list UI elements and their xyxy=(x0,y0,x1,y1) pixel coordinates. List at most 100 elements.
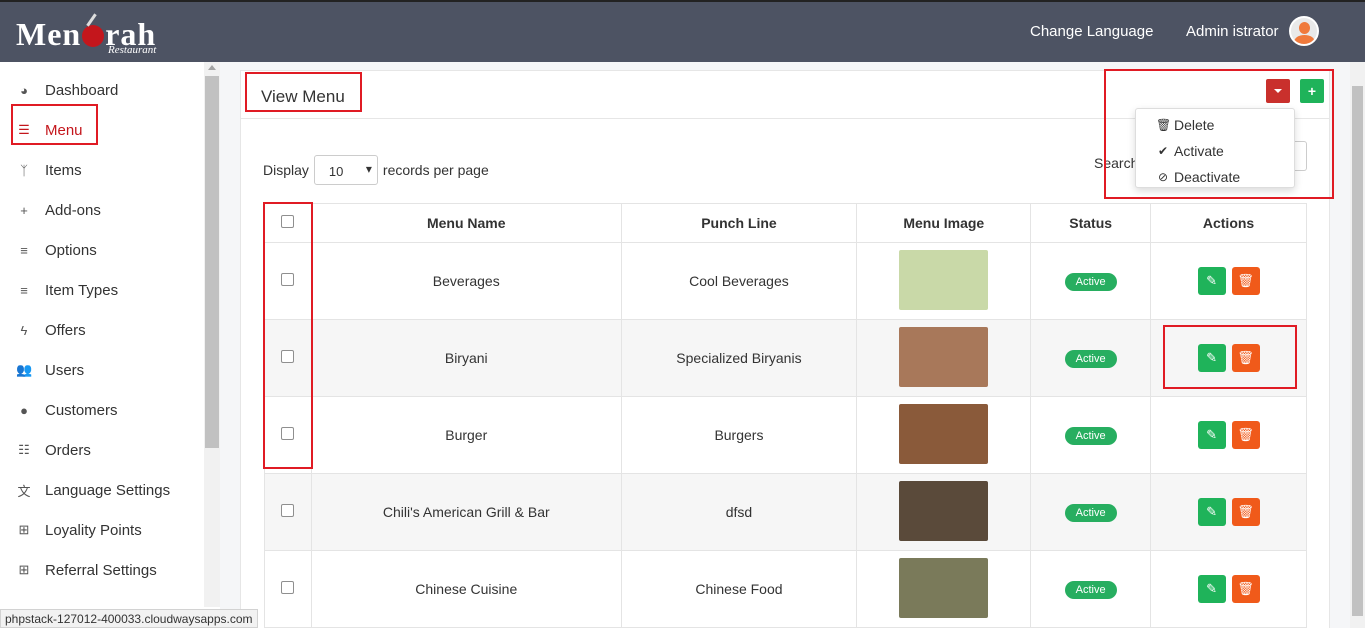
menu-table: Menu Name Punch Line Menu Image Status A… xyxy=(264,203,1307,628)
status-badge[interactable]: Active xyxy=(1064,580,1117,599)
col-punch-line[interactable]: Punch Line xyxy=(620,203,858,243)
sidebar-item-label: Referral Settings xyxy=(45,561,157,579)
actions-cell: ✎ 🗑 xyxy=(1150,242,1307,320)
sidebar-item-dashboard[interactable]: ◕ Dashboard xyxy=(0,70,204,110)
actions-cell: ✎ 🗑 xyxy=(1150,319,1307,397)
sidebar-item-options[interactable]: ≡ Options xyxy=(0,230,204,270)
menu-image-cell xyxy=(856,550,1032,628)
delete-button[interactable]: 🗑 xyxy=(1231,267,1260,295)
menu-image xyxy=(899,249,989,310)
page-scrollbar[interactable] xyxy=(1350,62,1365,628)
sidebar-item-language-settings[interactable]: 文 Language Settings xyxy=(0,470,204,510)
check-icon: ✔ xyxy=(1157,144,1169,158)
menu-name-cell: Beverages xyxy=(310,242,622,320)
status-cell: Active xyxy=(1030,473,1152,551)
menu-image-cell xyxy=(856,319,1032,397)
sidebar-item-label: Orders xyxy=(45,441,91,459)
row-checkbox[interactable] xyxy=(281,273,295,286)
per-page-select[interactable]: 10 xyxy=(313,155,378,185)
col-menu-name[interactable]: Menu Name xyxy=(310,203,622,243)
actions-cell: ✎ 🗑 xyxy=(1150,396,1307,474)
row-checkbox[interactable] xyxy=(281,427,295,440)
status-badge[interactable]: Active xyxy=(1064,272,1117,291)
delete-button[interactable]: 🗑 xyxy=(1231,575,1260,603)
row-checkbox[interactable] xyxy=(281,350,295,363)
select-all-cell xyxy=(264,203,312,243)
add-menu-button[interactable]: + xyxy=(1300,79,1324,103)
search-label: Search xyxy=(1094,155,1139,171)
row-select-cell xyxy=(264,319,312,397)
edit-button[interactable]: ✎ xyxy=(1197,498,1226,526)
delete-button[interactable]: 🗑 xyxy=(1231,344,1260,372)
table-body: Beverages Cool Beverages Active ✎ 🗑 Biryani Sp… xyxy=(264,242,1307,628)
row-checkbox[interactable] xyxy=(281,504,295,517)
status-badge[interactable]: Active xyxy=(1064,503,1117,522)
status-badge[interactable]: Active xyxy=(1064,349,1117,368)
table-row: Chili's American Grill & Bar dfsd Active ✎ 🗑 xyxy=(264,473,1307,551)
edit-button[interactable]: ✎ xyxy=(1197,575,1226,603)
bulk-deactivate-option[interactable]: ⊘ Deactivate xyxy=(1156,167,1240,187)
col-status[interactable]: Status xyxy=(1030,203,1152,243)
table-header-row: Menu Name Punch Line Menu Image Status A… xyxy=(264,203,1307,243)
col-menu-image: Menu Image xyxy=(856,203,1032,243)
menu-image-cell xyxy=(856,242,1032,320)
gift-icon: ⊞ xyxy=(18,522,30,537)
sidebar-item-item-types[interactable]: ≡ Item Types xyxy=(0,270,204,310)
table-row: Chinese Cuisine Chinese Food Active ✎ 🗑 xyxy=(264,550,1307,628)
sidebar-item-referral-settings[interactable]: ⊞ Referral Settings xyxy=(0,550,204,590)
row-select-cell xyxy=(264,396,312,474)
page-scroll-thumb[interactable] xyxy=(1352,86,1363,616)
sidebar-item-users[interactable]: 👥 Users xyxy=(0,350,204,390)
status-bar-url: phpstack-127012-400033.cloudwaysapps.com xyxy=(0,609,258,628)
status-cell: Active xyxy=(1030,242,1152,320)
admin-name[interactable]: Admin istrator xyxy=(1186,23,1279,40)
logo-o-icon xyxy=(82,25,105,47)
menu-name-cell: Chili's American Grill & Bar xyxy=(310,473,622,551)
list-icon: ≡ xyxy=(20,282,28,298)
bulk-option-label: Activate xyxy=(1174,143,1224,159)
sidebar-item-customers[interactable]: ● Customers xyxy=(0,390,204,430)
avatar[interactable] xyxy=(1289,16,1319,46)
list-ul-icon: ☷ xyxy=(18,442,30,457)
edit-button[interactable]: ✎ xyxy=(1197,421,1226,449)
row-checkbox[interactable] xyxy=(281,581,295,594)
bulk-actions-dropdown-button[interactable] xyxy=(1266,79,1290,103)
edit-button[interactable]: ✎ xyxy=(1197,267,1226,295)
edit-button[interactable]: ✎ xyxy=(1197,344,1226,372)
table-row: Beverages Cool Beverages Active ✎ 🗑 xyxy=(264,242,1307,320)
row-select-cell xyxy=(264,242,312,320)
menu-image xyxy=(899,480,989,541)
menu-image-cell xyxy=(856,473,1032,551)
menu-image-cell xyxy=(856,396,1032,474)
delete-button[interactable]: 🗑 xyxy=(1231,498,1260,526)
sidebar-item-loyality-points[interactable]: ⊞ Loyality Points xyxy=(0,510,204,550)
sidebar-item-label: Dashboard xyxy=(45,81,119,99)
menu-name-cell: Burger xyxy=(310,396,622,474)
sidebar-item-offers[interactable]: ϟ Offers xyxy=(0,310,204,350)
dashboard-icon: ◕ xyxy=(20,82,28,98)
sidebar-scroll-thumb[interactable] xyxy=(205,76,219,448)
sidebar-item-label: Item Types xyxy=(45,281,119,299)
list-icon: ≡ xyxy=(20,242,28,258)
sidebar-item-menu[interactable]: ☰ Menu xyxy=(0,110,204,150)
sidebar-scrollbar[interactable] xyxy=(204,62,220,607)
scroll-up-icon[interactable] xyxy=(208,65,216,70)
bulk-activate-option[interactable]: ✔ Activate xyxy=(1156,141,1224,161)
sidebar-item-add-ons[interactable]: + Add-ons xyxy=(0,190,204,230)
sidebar-item-items[interactable]: ᛉ Items xyxy=(0,150,204,190)
bulk-actions-menu: 🗑 Delete ✔ Activate ⊘ Deactivate xyxy=(1135,108,1295,188)
punch-line-cell: Cool Beverages xyxy=(620,242,858,320)
cutlery-icon: ᛉ xyxy=(20,162,28,178)
actions-cell: ✎ 🗑 xyxy=(1150,550,1307,628)
change-language-link[interactable]: Change Language xyxy=(1030,23,1153,40)
table-row: Burger Burgers Active ✎ 🗑 xyxy=(264,396,1307,474)
menu-name-cell: Biryani xyxy=(310,319,622,397)
sidebar-item-orders[interactable]: ☷ Orders xyxy=(0,430,204,470)
bulk-delete-option[interactable]: 🗑 Delete xyxy=(1156,115,1214,135)
delete-button[interactable]: 🗑 xyxy=(1231,421,1260,449)
menu-name-cell: Chinese Cuisine xyxy=(310,550,622,628)
users-icon: 👥 xyxy=(16,362,33,377)
select-all-checkbox[interactable] xyxy=(281,215,295,228)
logo-subtitle: Restaurant xyxy=(108,44,157,56)
status-badge[interactable]: Active xyxy=(1064,426,1117,445)
